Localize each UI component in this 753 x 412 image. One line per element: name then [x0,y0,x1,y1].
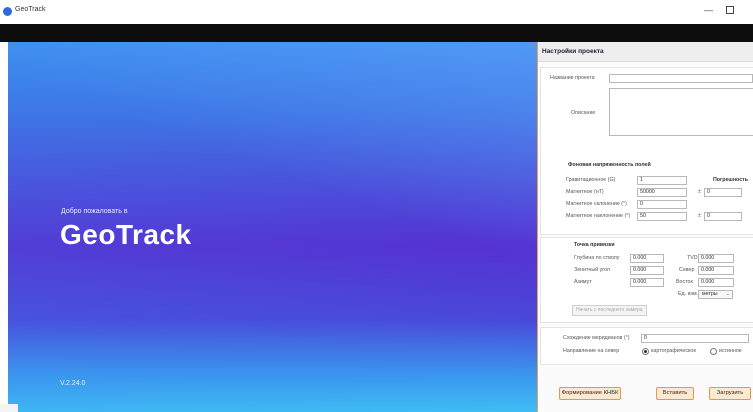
maximize-icon[interactable] [726,6,734,14]
corner-placeholder [0,404,18,412]
units-dropdown[interactable]: метры ⌄ [698,290,733,299]
description-label: Описание [571,110,596,116]
version-label: V.2.24.0 [60,380,86,387]
panel-title: Настройки проекта [542,48,604,55]
field-strength-title: Фоновая напряженность полей [568,162,651,168]
welcome-text: Добро пожаловать в [61,208,128,215]
north-label: Север [679,267,695,273]
tvd-label: TVD [687,255,698,261]
window-title: GeoTrack [15,6,46,13]
units-label: Ед. изм. [678,291,699,297]
start-from-last-survey-button[interactable]: Начать с последнего замера [572,305,647,316]
project-name-label: Название проекта [550,75,595,81]
inclination-input[interactable]: 50 [637,212,687,221]
inclination-error-input[interactable]: 0 [704,212,742,221]
declination-input[interactable]: 0 [637,200,687,209]
magnetic-error-input[interactable]: 0 [704,188,742,197]
project-settings-panel: Настройки проекта Название проекта Описа… [537,42,753,412]
insert-button[interactable]: Вставить [656,387,694,400]
geotrack-logo-icon [3,7,12,16]
md-label: Глубина по стволу [574,255,620,261]
title-bar: GeoTrack — [0,0,753,24]
project-info-section: Название проекта Описание Фоновая напряж… [540,67,753,181]
chevron-down-icon: ⌄ [725,291,730,297]
zenith-label: Зенитный угол [574,267,611,273]
md-input[interactable]: 0.000 [630,254,664,263]
radio-true-north[interactable] [710,348,717,355]
gravity-label: Гравитационное (G) [566,177,616,183]
welcome-hero: Добро пожаловать в GeoTrack V.2.24.0 [8,42,537,412]
load-button[interactable]: Загрузить [709,387,751,400]
inclination-error-pm: ± [698,213,701,219]
azimuth-input[interactable]: 0.000 [630,278,664,287]
error-header: Погрешность [713,177,749,183]
tie-point-title: Точка привязки [574,242,615,248]
panel-header: Настройки проекта [538,42,753,62]
north-direction-label: Направление на север [563,348,620,354]
description-textarea[interactable] [609,88,753,136]
gravity-input[interactable]: 1 [637,176,687,185]
units-value: метры [702,291,718,297]
top-dark-strip [0,24,753,42]
meridian-section: Схождение меридианов (°) 0 Направление н… [540,327,753,365]
east-input[interactable]: 0.000 [698,278,734,287]
true-north-label: истинное [719,348,742,354]
magnetic-input[interactable]: 50000 [637,188,687,197]
project-name-input[interactable] [609,74,753,83]
minimize-icon[interactable]: — [704,5,713,15]
tie-point-section: Точка привязки Глубина по стволу 0.000 T… [540,237,753,323]
convergence-label: Схождение меридианов (°) [563,335,630,341]
azimuth-label: Азимут [574,279,592,285]
zenith-input[interactable]: 0.000 [630,266,664,275]
form-bha-button[interactable]: Формирование КНБК [559,387,621,400]
declination-label: Магнитное склонение (°) [566,201,627,207]
tvd-input[interactable]: 0.000 [698,254,734,263]
field-strength-section: Гравитационное (G) 1 Погрешность Магнитн… [540,172,753,235]
east-label: Восток [676,279,693,285]
grid-north-label: картографическое [651,348,697,354]
convergence-input[interactable]: 0 [641,334,749,343]
inclination-label: Магнитное наклонение (°) [566,213,631,219]
radio-grid-north[interactable] [642,348,649,355]
brand-title: GeoTrack [60,219,192,250]
magnetic-label: Магнитное (нТ) [566,189,604,195]
north-input[interactable]: 0.000 [698,266,734,275]
magnetic-error-pm: ± [698,189,701,195]
